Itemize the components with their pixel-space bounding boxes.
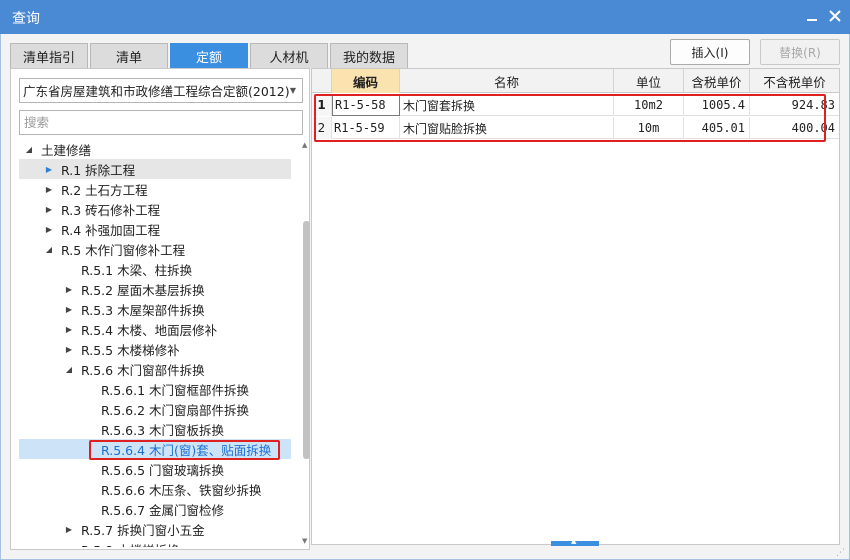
tree-item-label: R.2 土石方工程 bbox=[61, 182, 148, 198]
tree-item[interactable]: ◢ 土建修缮 bbox=[19, 139, 291, 159]
tree-item[interactable]: R.5.6.2 木门窗扇部件拆换 bbox=[19, 399, 291, 419]
header-price-tax[interactable]: 含税单价 bbox=[684, 69, 750, 93]
tree-item[interactable]: ◢ R.5.6 木门窗部件拆换 bbox=[19, 359, 291, 379]
tree-item-label: R.5.6 木门窗部件拆换 bbox=[81, 362, 205, 378]
tree-item[interactable]: ▶ R.4 补强加固工程 bbox=[19, 219, 291, 239]
tree-item[interactable]: ▶ R.5.7 拆换门窗小五金 bbox=[19, 519, 291, 539]
expand-arrow-icon[interactable]: ▶ bbox=[43, 205, 55, 214]
expanded-arrow-icon[interactable]: ◢ bbox=[63, 365, 75, 374]
header-unit[interactable]: 单位 bbox=[614, 69, 684, 93]
header-price-notax[interactable]: 不含税单价 bbox=[750, 69, 839, 93]
tab-my-data[interactable]: 我的数据 bbox=[330, 43, 408, 68]
title-bar: 查询 bbox=[0, 0, 850, 34]
chevron-up-icon[interactable]: ▲ bbox=[571, 537, 576, 545]
tree-item[interactable]: ▶ R.3 砖石修补工程 bbox=[19, 199, 291, 219]
tree-item-label: R.4 补强加固工程 bbox=[61, 222, 161, 238]
tree-item-label: R.5.6.3 木门窗板拆换 bbox=[101, 422, 224, 438]
expanded-arrow-icon[interactable]: ◢ bbox=[43, 245, 55, 254]
expand-arrow-icon[interactable]: ▶ bbox=[63, 305, 75, 314]
quota-tree-panel: 广东省房屋建筑和市政修缮工程综合定额(2012) ▼ ◢ 土建修缮 ▶ R.1 拆除工… bbox=[10, 68, 310, 550]
expand-arrow-icon[interactable]: ▶ bbox=[63, 525, 75, 534]
tree-scrollbar[interactable]: ▲ ▼ bbox=[301, 139, 311, 547]
tree-item-label: R.5.6.7 金属门窗检修 bbox=[101, 502, 224, 518]
scroll-down-icon[interactable]: ▼ bbox=[302, 537, 307, 545]
expand-arrow-icon[interactable]: ▶ bbox=[63, 325, 75, 334]
scroll-thumb[interactable] bbox=[303, 221, 310, 459]
resize-grip-icon[interactable]: ⋰ bbox=[836, 548, 845, 558]
tab-quota[interactable]: 定额 bbox=[170, 43, 248, 68]
tab-label: 定额 bbox=[195, 50, 222, 66]
tree-item-label: R.3 砖石修补工程 bbox=[61, 202, 161, 218]
tree-item-label: R.5.4 木楼、地面层修补 bbox=[81, 322, 218, 338]
close-icon[interactable] bbox=[826, 7, 844, 25]
replace-button[interactable]: 替换(R) bbox=[760, 39, 840, 65]
expand-arrow-icon[interactable]: ▶ bbox=[63, 545, 75, 548]
tree-item[interactable]: ▶ R.2 土石方工程 bbox=[19, 179, 291, 199]
tab-bill-guide[interactable]: 清单指引 bbox=[10, 43, 88, 68]
quota-grid-panel: 编码 名称 单位 含税单价 不含税单价 1 R1-5-58 木门窗套拆换 10m… bbox=[311, 68, 840, 546]
tab-label: 清单 bbox=[115, 50, 142, 66]
tree-item[interactable]: ▶ R.5.5 木楼梯修补 bbox=[19, 339, 291, 359]
tree-item-label: 土建修缮 bbox=[41, 142, 92, 158]
tree-item[interactable]: ▶ R.5.4 木楼、地面层修补 bbox=[19, 319, 291, 339]
minimize-icon[interactable] bbox=[803, 7, 821, 25]
expand-arrow-icon[interactable]: ▶ bbox=[63, 285, 75, 294]
library-select-value: 广东省房屋建筑和市政修缮工程综合定额(2012) bbox=[23, 84, 290, 99]
header-code[interactable]: 编码 bbox=[332, 69, 400, 93]
tree-item[interactable]: R.5.6.7 金属门窗检修 bbox=[19, 499, 291, 519]
collapse-handle[interactable]: ▲ bbox=[551, 537, 599, 546]
header-name[interactable]: 名称 bbox=[400, 69, 614, 93]
quota-tree: ◢ 土建修缮 ▶ R.1 拆除工程 ▶ R.2 土石方工程 ▶ R.3 砖石修补工程 ▶ R.4 … bbox=[19, 139, 291, 547]
scroll-up-icon[interactable]: ▲ bbox=[302, 141, 307, 149]
grid-header: 编码 名称 单位 含税单价 不含税单价 bbox=[312, 69, 839, 93]
tree-selection-highlight bbox=[89, 440, 280, 460]
tab-labor-material[interactable]: 人材机 bbox=[250, 43, 328, 68]
tree-item[interactable]: R.5.6.6 木压条、铁窗纱拆换 bbox=[19, 479, 291, 499]
tree-item-label: R.5 木作门窗修补工程 bbox=[61, 242, 186, 258]
tree-item-label: R.5.3 木屋架部件拆换 bbox=[81, 302, 205, 318]
tree-item-label: R.5.1 木梁、柱拆换 bbox=[81, 262, 193, 278]
tree-item-label: R.1 拆除工程 bbox=[61, 162, 136, 178]
header-index bbox=[312, 69, 332, 93]
tree-item-label: R.5.8 木楼梯拆换 bbox=[81, 540, 180, 548]
tree-item[interactable]: ▶ R.5.8 木楼梯拆换 bbox=[19, 539, 291, 548]
expand-arrow-icon[interactable]: ▶ bbox=[43, 225, 55, 234]
library-select[interactable]: 广东省房屋建筑和市政修缮工程综合定额(2012) ▼ bbox=[19, 78, 303, 103]
tree-item[interactable]: ▶ R.1 拆除工程 bbox=[19, 159, 291, 179]
tree-item-label: R.5.7 拆换门窗小五金 bbox=[81, 522, 205, 538]
tree-item-label: R.5.6.5 门窗玻璃拆换 bbox=[101, 462, 224, 478]
tree-item-label: R.5.6.2 木门窗扇部件拆换 bbox=[101, 402, 249, 418]
tree-item[interactable]: ▶ R.5.2 屋面木基层拆换 bbox=[19, 279, 291, 299]
tree-item[interactable]: ◢ R.5 木作门窗修补工程 bbox=[19, 239, 291, 259]
tree-item-label: R.5.2 屋面木基层拆换 bbox=[81, 282, 205, 298]
tree-item[interactable]: ▶ R.5.3 木屋架部件拆换 bbox=[19, 299, 291, 319]
search-input[interactable] bbox=[19, 110, 303, 135]
tab-label: 清单指引 bbox=[22, 50, 75, 66]
tree-item-label: R.5.5 木楼梯修补 bbox=[81, 342, 180, 358]
chevron-down-icon[interactable]: ▼ bbox=[290, 86, 296, 95]
tab-label: 我的数据 bbox=[342, 50, 395, 66]
expand-arrow-icon[interactable]: ▶ bbox=[63, 345, 75, 354]
tree-item[interactable]: R.5.6.5 门窗玻璃拆换 bbox=[19, 459, 291, 479]
expand-arrow-icon[interactable]: ▶ bbox=[43, 185, 55, 194]
tree-item-label: R.5.6.6 木压条、铁窗纱拆换 bbox=[101, 482, 262, 498]
expanded-arrow-icon[interactable]: ◢ bbox=[23, 145, 35, 154]
grid-result-highlight bbox=[314, 94, 826, 142]
expand-arrow-icon[interactable]: ▶ bbox=[43, 165, 55, 174]
tree-item-label: R.5.6.1 木门窗框部件拆换 bbox=[101, 382, 249, 398]
tab-label: 人材机 bbox=[269, 50, 309, 66]
tab-bill[interactable]: 清单 bbox=[90, 43, 168, 68]
tree-item[interactable]: R.5.6.3 木门窗板拆换 bbox=[19, 419, 291, 439]
window-title: 查询 bbox=[12, 11, 40, 27]
insert-button[interactable]: 插入(I) bbox=[670, 39, 750, 65]
tree-item[interactable]: R.5.6.1 木门窗框部件拆换 bbox=[19, 379, 291, 399]
tree-item[interactable]: R.5.1 木梁、柱拆换 bbox=[19, 259, 291, 279]
